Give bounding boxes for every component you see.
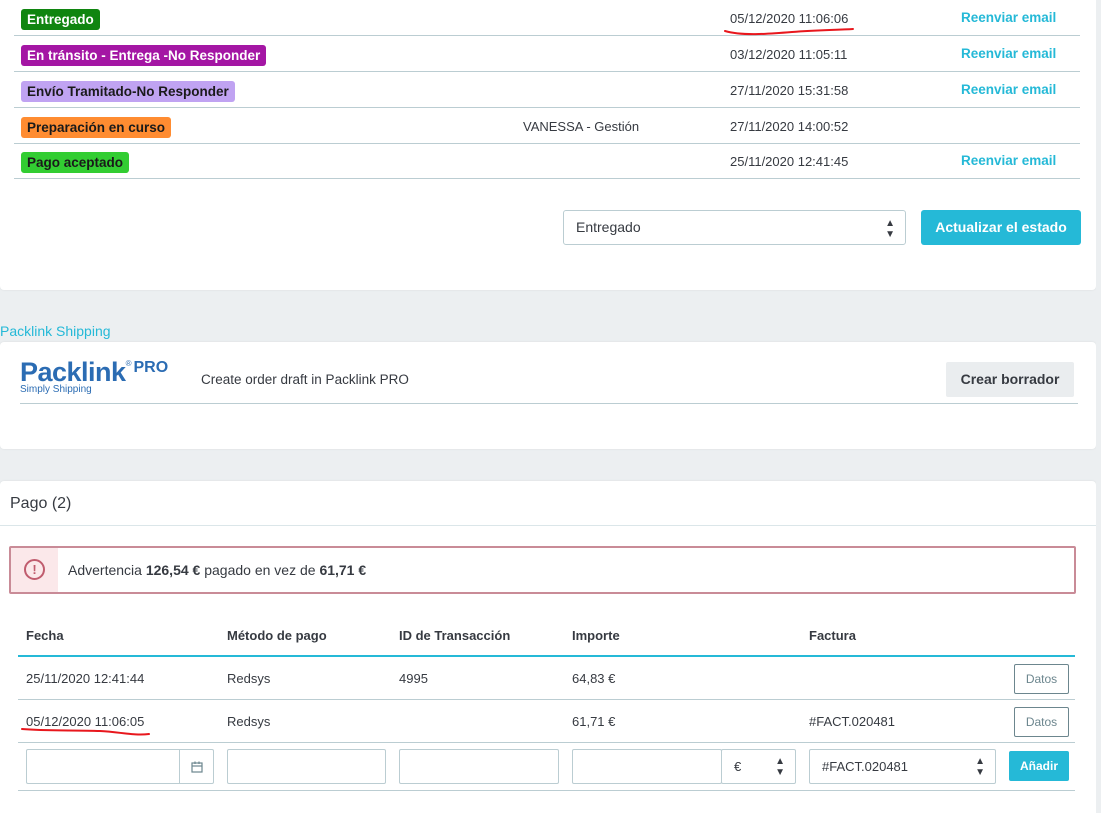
status-date: 05/12/2020 11:06:06: [730, 11, 849, 26]
warning-icon-area: !: [11, 548, 58, 592]
status-badge: Entregado: [21, 9, 100, 30]
currency-select[interactable]: € ▲ ▼: [721, 749, 796, 784]
payment-date: 25/11/2020 12:41:44: [26, 671, 145, 686]
payment-transaction-id: 4995: [399, 671, 428, 686]
payment-panel: Pago (2) ! Advertencia 126,54 € pagado e…: [0, 481, 1096, 813]
resend-email-link[interactable]: Reenviar email: [961, 46, 1056, 61]
payment-method-input[interactable]: [227, 749, 386, 784]
status-history-row: Envío Tramitado-No Responder 27/11/2020 1…: [14, 73, 1080, 108]
status-badge: Envío Tramitado-No Responder: [21, 81, 235, 102]
status-date: 27/11/2020 15:31:58: [730, 83, 849, 98]
resend-email-link[interactable]: Reenviar email: [961, 153, 1056, 168]
divider: [18, 790, 1075, 791]
column-header-method: Método de pago: [227, 628, 327, 643]
packlink-logo-pro: PRO: [133, 359, 169, 376]
divider: [20, 403, 1078, 404]
payment-date-input[interactable]: [26, 749, 214, 784]
warning-paid-amount: 126,54 €: [145, 562, 201, 578]
warning-message: Advertencia 126,54 € pagado en vez de 61…: [68, 562, 366, 578]
amount-input[interactable]: [572, 749, 722, 784]
payment-warning-alert: ! Advertencia 126,54 € pagado en vez de …: [9, 546, 1076, 594]
payment-method: Redsys: [227, 671, 271, 686]
order-status-history-panel: Entregado 05/12/2020 11:06:06 Reenviar ema…: [0, 0, 1096, 290]
status-history-row: En tránsito - Entrega -No Responder 03/12…: [14, 37, 1080, 72]
status-badge: Pago aceptado: [21, 152, 130, 173]
status-history-row: Pago aceptado 25/11/2020 12:41:45 Reenviar…: [14, 144, 1080, 179]
status-date: 03/12/2020 11:05:11: [730, 47, 848, 62]
create-draft-button[interactable]: Crear borrador: [946, 362, 1074, 397]
payment-title: Pago (2): [10, 495, 72, 512]
payment-row: 05/12/2020 11:06:05 Redsys 61,71 € #FACT…: [18, 700, 1075, 743]
payment-row: 25/11/2020 12:41:44 Redsys 4995 64,83 € …: [18, 657, 1075, 700]
calendar-icon: [191, 761, 203, 773]
payment-invoice: #FACT.020481: [809, 714, 896, 729]
packlink-section-title[interactable]: Packlink Shipping: [0, 323, 111, 339]
payment-details-button[interactable]: Datos: [1014, 664, 1069, 694]
packlink-logo-registered: ®: [125, 359, 132, 368]
currency-select-value: €: [734, 759, 742, 774]
status-date: 27/11/2020 14:00:52: [730, 119, 849, 134]
column-header-date: Fecha: [26, 628, 64, 643]
resend-email-link[interactable]: Reenviar email: [961, 10, 1056, 25]
status-badge: En tránsito - Entrega -No Responder: [21, 45, 267, 66]
payment-details-button[interactable]: Datos: [1014, 707, 1069, 737]
page-edge: [1096, 0, 1101, 813]
calendar-button[interactable]: [179, 750, 213, 783]
packlink-logo-word: Packlink: [20, 357, 126, 387]
invoice-select[interactable]: #FACT.020481 ▲ ▼: [809, 749, 996, 784]
order-status-select[interactable]: Entregado ▲ ▼: [563, 210, 906, 245]
select-arrows-icon: ▲ ▼: [775, 756, 785, 778]
payment-amount: 61,71 €: [572, 714, 616, 729]
column-header-invoice: Factura: [809, 628, 856, 643]
exclamation-circle-icon: !: [24, 559, 45, 580]
payment-method: Redsys: [227, 714, 271, 729]
payment-panel-header: Pago (2): [0, 481, 1096, 526]
transaction-id-input[interactable]: [399, 749, 559, 784]
status-history-row: Entregado 05/12/2020 11:06:06 Reenviar ema…: [14, 1, 1080, 36]
status-history-row: Preparación en curso VANESSA - Gestión 27/…: [14, 109, 1080, 144]
packlink-description: Create order draft in Packlink PRO: [201, 372, 409, 387]
warning-prefix: Advertencia: [68, 562, 142, 578]
annotation-underline: [21, 728, 150, 736]
packlink-panel: Packlink® PRO Simply Shipping Create orde…: [0, 342, 1096, 449]
packlink-logo: Packlink® PRO Simply Shipping: [20, 357, 168, 395]
status-employee: VANESSA - Gestión: [523, 119, 640, 134]
annotation-underline: [724, 28, 854, 36]
invoice-select-value: #FACT.020481: [822, 759, 909, 774]
warning-expected-amount: 61,71 €: [319, 562, 367, 578]
update-status-button[interactable]: Actualizar el estado: [921, 210, 1081, 245]
column-header-transaction-id: ID de Transacción: [399, 628, 511, 643]
select-arrows-icon: ▲ ▼: [885, 218, 895, 240]
order-status-select-value: Entregado: [576, 219, 641, 235]
add-payment-button[interactable]: Añadir: [1009, 751, 1069, 781]
column-header-amount: Importe: [572, 628, 620, 643]
status-badge: Preparación en curso: [21, 117, 172, 138]
resend-email-link[interactable]: Reenviar email: [961, 82, 1056, 97]
payment-amount: 64,83 €: [572, 671, 616, 686]
select-arrows-icon: ▲ ▼: [975, 756, 985, 778]
status-date: 25/11/2020 12:41:45: [730, 154, 849, 169]
warning-middle: pagado en vez de: [204, 562, 316, 578]
